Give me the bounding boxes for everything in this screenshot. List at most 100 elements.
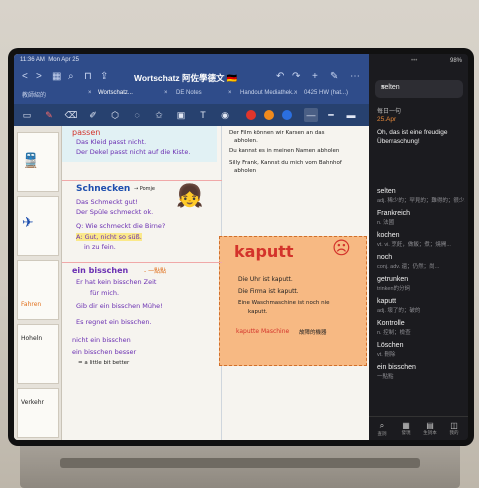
bisschen-example-3: Es regnet ein bisschen.	[76, 318, 152, 326]
nav-label: 查詞	[377, 431, 387, 436]
stroke-thin-icon[interactable]: —	[304, 108, 318, 122]
thumbnail-page-4[interactable]: Hoheln	[17, 324, 59, 384]
dictionary-entry[interactable]: noch conj. adv. 還；仍然；尚...	[377, 254, 465, 270]
more-icon[interactable]: ⋯	[350, 71, 360, 82]
plane-icon: ✈	[22, 215, 34, 231]
star-icon[interactable]: ✩	[152, 108, 166, 122]
share-icon[interactable]: ⇪	[100, 71, 108, 82]
nav-wordbook[interactable]: ▤ 生詞本	[420, 421, 440, 436]
dictionary-search-field[interactable]: selten ×	[375, 80, 463, 98]
drawing-toolbar: ▭ ✎ ⌫ ✐ ⬡ ◌ ✩ ▣ T ◉ — ━ ▬	[14, 104, 369, 126]
status-bar: 11:36 AM Mon Apr 25	[20, 57, 79, 63]
dictionary-entry[interactable]: Kontrolle n. 控制；檢查	[377, 320, 465, 336]
entry-word: selten	[377, 188, 396, 195]
mic-icon[interactable]: ◉	[218, 108, 232, 122]
side-label-verkehr: Verkehr	[21, 399, 45, 406]
color-red-swatch[interactable]	[246, 110, 256, 120]
nav-discover[interactable]: ▦ 發現	[396, 421, 416, 436]
add-page-icon[interactable]: +	[312, 71, 318, 82]
color-orange-swatch[interactable]	[264, 110, 274, 120]
word-schnecken: Schnecken	[76, 184, 131, 194]
shapes-icon[interactable]: ⬡	[108, 108, 122, 122]
image-icon[interactable]: ▣	[174, 108, 188, 122]
document-tabs: 教師紹的 × Wortschatz... × DE Notes × Handou…	[14, 88, 369, 102]
bookmark-icon[interactable]: ⊓	[84, 71, 92, 82]
entry-gloss: vt. vi. 烹飪，做飯；煮；燒開...	[377, 242, 451, 248]
entry-gloss: trinken的分詞	[377, 286, 411, 292]
dictionary-entry[interactable]: Frankreich n. 法國	[377, 210, 465, 226]
nav-profile[interactable]: ◫ 我的	[444, 421, 464, 436]
entry-gloss: adj. 稀少的；罕見的；難得的；很少...	[377, 198, 465, 204]
entry-word: noch	[377, 254, 393, 261]
dictionary-entry[interactable]: kochen vt. vi. 烹飪，做飯；煮；燒開...	[377, 232, 465, 248]
thumbnail-page-3[interactable]: Fahren	[17, 260, 59, 320]
lasso-icon[interactable]: ◌	[130, 108, 144, 122]
dictionary-entry[interactable]: kaputt adj. 壞了的；破的	[377, 298, 465, 314]
eraser-icon[interactable]: ⌫	[64, 108, 78, 122]
sad-face-icon: ☹	[332, 238, 351, 259]
highlighter-icon[interactable]: ✐	[86, 108, 100, 122]
stroke-medium-icon[interactable]: ━	[324, 108, 338, 122]
tab-1[interactable]: Wortschatz...	[98, 90, 133, 96]
film-line-1b: abholen.	[234, 138, 258, 144]
tab-4[interactable]: 0425 HW (hat...)	[304, 90, 348, 96]
nav-label: 生詞本	[423, 430, 437, 435]
kaputt-example-2: Die Firma ist kaputt.	[238, 288, 299, 295]
notes-app: 11:36 AM Mon Apr 25 < > ▦ ⌕ ⊓ ⇪ Wortscha…	[14, 54, 369, 440]
nicht-ein-bisschen: nicht ein bisschen	[72, 336, 131, 344]
thumbnail-page-5[interactable]: Verkehr	[17, 388, 59, 438]
dictionary-entry[interactable]: ein bisschen 一點點	[377, 364, 465, 380]
tab-close-3[interactable]: ×	[294, 90, 298, 96]
passen-example-2: Der Dekel passt nicht auf die Kiste.	[76, 148, 191, 156]
kaputt-example-4b: 故障的機器	[299, 330, 327, 336]
grid-icon[interactable]: ▦	[52, 71, 61, 82]
tab-close-1[interactable]: ×	[164, 90, 168, 96]
entry-gloss: 一點點	[377, 374, 394, 380]
back-icon[interactable]: <	[22, 71, 28, 82]
bisschen-example-2: Gib dir ein bisschen Mühe!	[76, 302, 163, 310]
panel-grabber[interactable]: •••	[411, 58, 417, 64]
film-line-3: Silly Frank, Kannst du mich vom Bahnhof	[229, 160, 342, 166]
clear-icon[interactable]: ×	[381, 84, 458, 91]
dictionary-entry[interactable]: selten adj. 稀少的；罕見的；難得的；很少...	[377, 188, 465, 204]
status-time: 11:36 AM	[20, 57, 45, 63]
undo-icon[interactable]: ↶	[276, 71, 284, 82]
tab-3[interactable]: Handout Mediathek...	[240, 90, 297, 96]
stroke-thick-icon[interactable]: ▬	[344, 108, 358, 122]
thumbnail-page-1[interactable]: 🚆	[17, 132, 59, 192]
text-icon[interactable]: T	[196, 108, 210, 122]
entry-gloss: n. 法國	[377, 220, 395, 226]
nav-lookup[interactable]: ⌕ 查詞	[372, 421, 392, 437]
film-line-1: Der Film können wir Karsen an das	[229, 130, 325, 136]
note-canvas[interactable]: 🚆 ✈ Fahren Hoheln Verkehr passen Das Kle…	[14, 126, 369, 440]
forward-icon[interactable]: >	[36, 71, 42, 82]
schnecken-question: Q: Wie schmeckt die Birne?	[76, 222, 166, 230]
tab-close-0[interactable]: ×	[88, 90, 92, 96]
tab-0[interactable]: 教師紹的	[22, 90, 46, 99]
document-title[interactable]: Wortschatz 阿佐學德文 🇩🇪	[134, 72, 237, 84]
daily-sentence[interactable]: Oh, das ist eine freudige Überraschung!	[377, 128, 463, 146]
divider-line	[62, 262, 222, 263]
tab-close-2[interactable]: ×	[228, 90, 232, 96]
bisschen-note: - 一點點	[144, 268, 167, 275]
stand-slot	[60, 458, 420, 468]
entry-gloss: n. 控制；檢查	[377, 330, 411, 336]
passen-example-1: Das Kleid passt nicht.	[76, 138, 147, 146]
dictionary-entry[interactable]: Löschen vt. 刪除	[377, 342, 465, 358]
entry-word: getrunken	[377, 276, 409, 283]
dictionary-entry[interactable]: getrunken trinken的分詞	[377, 276, 465, 292]
search-icon[interactable]: ⌕	[68, 71, 74, 82]
thumbnail-page-2[interactable]: ✈	[17, 196, 59, 256]
pen-toggle-icon[interactable]: ✎	[330, 71, 338, 82]
schnecken-note: → Pomje	[134, 186, 156, 192]
color-blue-swatch[interactable]	[282, 110, 292, 120]
pen-icon[interactable]: ✎	[42, 108, 56, 122]
redo-icon[interactable]: ↷	[292, 71, 300, 82]
tab-2[interactable]: DE Notes	[176, 90, 202, 96]
grid-icon: ▦	[402, 421, 410, 430]
kaputt-example-4: kaputte Maschine	[236, 328, 290, 335]
entry-word: kaputt	[377, 298, 397, 305]
daily-sentence-heading: 每日一句	[377, 109, 402, 115]
search-icon: ⌕	[379, 421, 385, 430]
pages-icon[interactable]: ▭	[20, 108, 34, 122]
